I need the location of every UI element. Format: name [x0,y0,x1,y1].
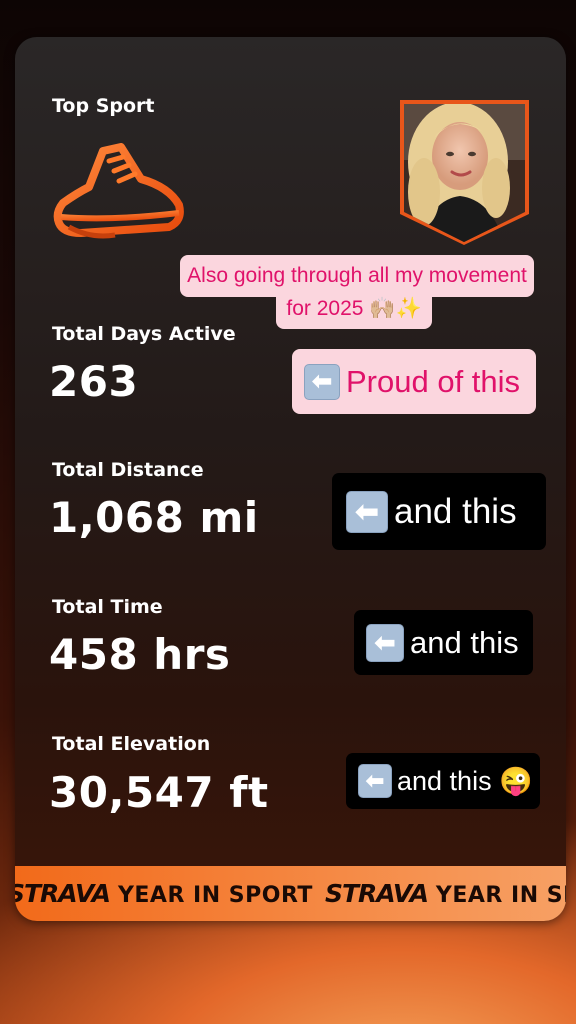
proud-sticker: ⬅ Proud of this [292,349,536,414]
distance-value: 1,068 mi [49,493,259,542]
shoe-icon [53,143,184,239]
strava-logo: STRAVA [324,879,429,908]
distance-label: Total Distance [52,459,204,481]
profile-avatar [400,100,529,245]
top-sport-label: Top Sport [52,95,155,117]
elevation-label: Total Elevation [52,733,211,755]
caption-sticker-line2: for 2025 🙌🏼✨ [276,289,432,329]
elevation-value: 30,547 ft [49,768,269,817]
left-arrow-emoji-icon: ⬅ [346,490,388,533]
and-this-sticker-3: ⬅ and this 😜 [346,753,540,809]
strava-banner: STRAVAYEAR IN SPORTSTRAVAYEAR IN SPORT [15,866,566,921]
time-label: Total Time [52,596,163,618]
strava-logo: STRAVA [15,879,111,908]
and-this-sticker-1: ⬅ and this [332,473,546,550]
banner-tagline: YEAR IN SPORT [117,883,313,908]
left-arrow-emoji-icon: ⬅ [358,764,392,798]
left-arrow-emoji-icon: ⬅ [366,623,404,662]
banner-tagline: YEAR IN SPORT [435,883,566,908]
left-arrow-emoji-icon: ⬅ [304,363,340,400]
time-value: 458 hrs [49,630,231,679]
and-this-sticker-2: ⬅ and this [354,610,533,675]
days-active-label: Total Days Active [52,323,236,345]
days-active-value: 263 [49,357,139,406]
